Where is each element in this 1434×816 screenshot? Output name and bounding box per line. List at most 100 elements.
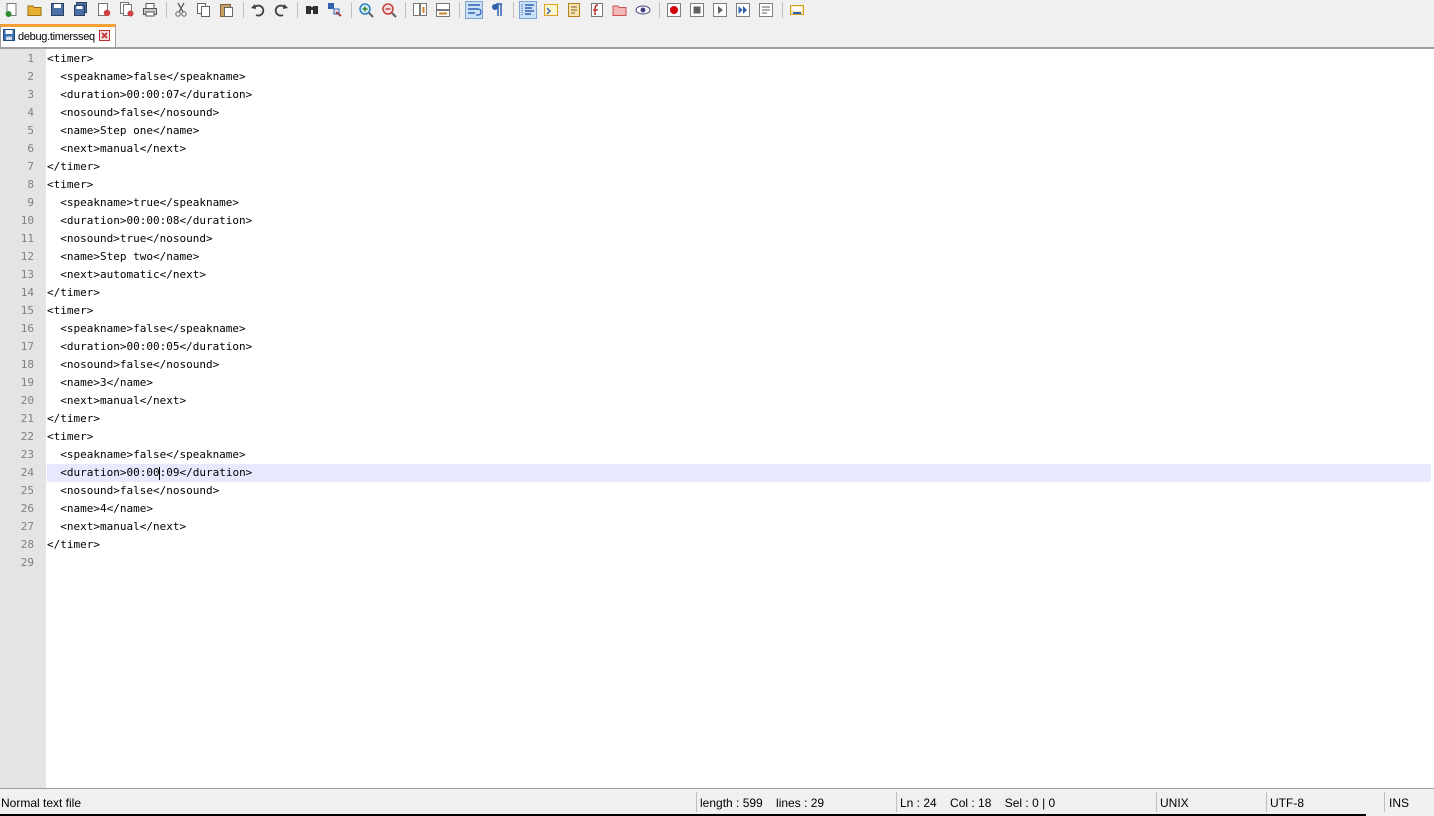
function-list-icon — [589, 2, 605, 18]
tab-close-icon[interactable] — [98, 28, 110, 46]
code-line[interactable]: <next>manual</next> — [47, 140, 1431, 158]
find-button[interactable] — [303, 1, 321, 19]
code-line[interactable]: <nosound>false</nosound> — [47, 482, 1431, 500]
toolbar-separator — [297, 2, 298, 18]
redo-button[interactable] — [272, 1, 290, 19]
line-number: 20 — [20, 394, 34, 407]
word-wrap-button[interactable] — [465, 1, 483, 19]
code-line[interactable]: <next>manual</next> — [47, 518, 1431, 536]
line-number: 27 — [20, 520, 34, 533]
toolbar-separator — [459, 2, 460, 18]
line-number: 1 — [27, 52, 34, 65]
print-button[interactable] — [141, 1, 159, 19]
code-line[interactable] — [47, 554, 1431, 572]
code-line[interactable]: <timer> — [47, 428, 1431, 446]
code-line[interactable]: <name>Step one</name> — [47, 122, 1431, 140]
zoom-out-icon — [381, 2, 397, 18]
undo-button[interactable] — [249, 1, 267, 19]
function-list-button[interactable] — [588, 1, 606, 19]
cut-button[interactable] — [172, 1, 190, 19]
monitoring-icon — [635, 2, 651, 18]
status-divider — [696, 792, 697, 812]
stop-record-button[interactable] — [688, 1, 706, 19]
sync-vertical-button[interactable] — [411, 1, 429, 19]
open-file-icon — [27, 2, 43, 18]
save-macro-icon — [758, 2, 774, 18]
save-button[interactable] — [49, 1, 67, 19]
code-line[interactable]: <timer> — [47, 302, 1431, 320]
tab-label: debug.timersseq — [18, 31, 95, 43]
sync-horizontal-icon — [435, 2, 451, 18]
copy-button[interactable] — [195, 1, 213, 19]
editor[interactable]: 1 2 3 4 5 6 7 8 9 10 11 12 13 14 15 16 17 18 19 20 21 22 23 24 2… — [0, 49, 1434, 789]
code-line[interactable]: <nosound>true</nosound> — [47, 230, 1431, 248]
code-line[interactable]: <name>4</name> — [47, 500, 1431, 518]
paste-icon — [219, 2, 235, 18]
run-macro-multiple-icon — [735, 2, 751, 18]
new-file-icon — [4, 2, 20, 18]
paste-button[interactable] — [218, 1, 236, 19]
run-macro-multiple-button[interactable] — [734, 1, 752, 19]
doc-map-button[interactable] — [565, 1, 583, 19]
line-number: 28 — [20, 538, 34, 551]
new-file-button[interactable] — [3, 1, 21, 19]
tab-debug-timersseq[interactable]: debug.timersseq — [0, 24, 116, 47]
status-divider — [896, 792, 897, 812]
replace-icon — [327, 2, 343, 18]
code-line[interactable]: <next>automatic</next> — [47, 266, 1431, 284]
line-number: 23 — [20, 448, 34, 461]
code-line[interactable]: <timer> — [47, 50, 1431, 68]
redo-icon — [273, 2, 289, 18]
code-line[interactable]: <nosound>false</nosound> — [47, 356, 1431, 374]
code-line[interactable]: <duration>00:00:07</duration> — [47, 86, 1431, 104]
code-line[interactable]: <speakname>true</speakname> — [47, 194, 1431, 212]
code-line[interactable]: <name>Step two</name> — [47, 248, 1431, 266]
code-line[interactable]: </timer> — [47, 284, 1431, 302]
line-number: 14 — [20, 286, 34, 299]
save-all-icon — [73, 2, 89, 18]
code-line[interactable]: <timer> — [47, 176, 1431, 194]
code-line[interactable]: <speakname>false</speakname> — [47, 320, 1431, 338]
play-macro-button[interactable] — [711, 1, 729, 19]
save-all-button[interactable] — [72, 1, 90, 19]
indent-guide-button[interactable] — [519, 1, 537, 19]
replace-button[interactable] — [326, 1, 344, 19]
line-number: 3 — [27, 88, 34, 101]
line-number: 29 — [20, 556, 34, 569]
sync-horizontal-button[interactable] — [434, 1, 452, 19]
current-code-line[interactable]: <duration>00:00:09</duration> — [47, 464, 1431, 482]
code-line[interactable]: <speakname>false</speakname> — [47, 446, 1431, 464]
line-number: 12 — [20, 250, 34, 263]
code-line[interactable]: <speakname>false</speakname> — [47, 68, 1431, 86]
code-line[interactable]: <next>manual</next> — [47, 392, 1431, 410]
close-all-button[interactable] — [118, 1, 136, 19]
show-all-chars-button[interactable] — [488, 1, 506, 19]
copy-icon — [196, 2, 212, 18]
code-line[interactable]: <nosound>false</nosound> — [47, 104, 1431, 122]
code-line[interactable]: <name>3</name> — [47, 374, 1431, 392]
line-number-gutter: 1 2 3 4 5 6 7 8 9 10 11 12 13 14 15 16 17 18 19 20 21 22 23 24 2… — [0, 49, 46, 788]
save-icon — [50, 2, 66, 18]
launch-browser-icon — [789, 2, 805, 18]
open-file-button[interactable] — [26, 1, 44, 19]
launch-browser-button[interactable] — [788, 1, 806, 19]
cut-icon — [173, 2, 189, 18]
code-line[interactable]: </timer> — [47, 158, 1431, 176]
status-cursor-position: Ln : 24 Col : 18 Sel : 0 | 0 — [900, 796, 1056, 810]
folder-workspace-button[interactable] — [611, 1, 629, 19]
zoom-in-button[interactable] — [357, 1, 375, 19]
user-language-button[interactable] — [542, 1, 560, 19]
code-line[interactable]: </timer> — [47, 536, 1431, 554]
close-button[interactable] — [95, 1, 113, 19]
toolbar-separator — [243, 2, 244, 18]
code-line[interactable]: </timer> — [47, 410, 1431, 428]
word-wrap-icon — [466, 2, 482, 18]
save-macro-button[interactable] — [757, 1, 775, 19]
record-macro-button[interactable] — [665, 1, 683, 19]
code-line[interactable]: <duration>00:00:05</duration> — [47, 338, 1431, 356]
zoom-out-button[interactable] — [380, 1, 398, 19]
line-number: 26 — [20, 502, 34, 515]
line-number: 7 — [27, 160, 34, 173]
monitoring-button[interactable] — [634, 1, 652, 19]
code-line[interactable]: <duration>00:00:08</duration> — [47, 212, 1431, 230]
